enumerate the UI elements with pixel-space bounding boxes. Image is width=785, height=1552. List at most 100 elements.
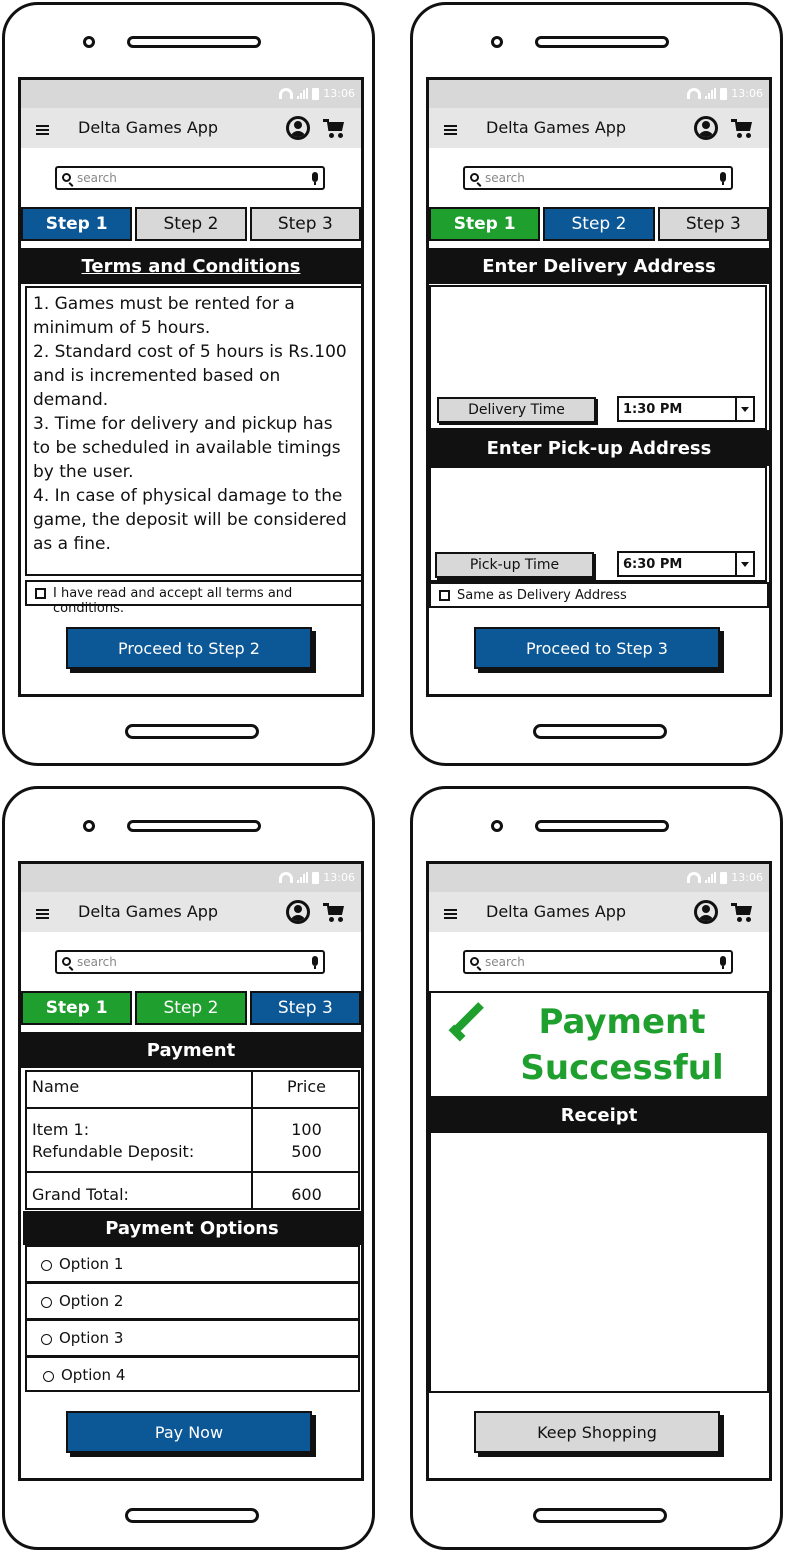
price-table: Name Price Item 1: Refundable Deposit: 1…	[25, 1070, 360, 1210]
menu-icon[interactable]	[444, 909, 457, 919]
home-button[interactable]	[533, 724, 667, 739]
radio-button[interactable]	[41, 1334, 52, 1345]
success-line-1: Payment	[538, 1002, 706, 1042]
app-bar: Delta Games App	[429, 892, 769, 932]
home-button[interactable]	[533, 1508, 667, 1523]
tab-step-3[interactable]: Step 3	[249, 207, 361, 241]
screen-address: 13:06 Delta Games App search Step 1 Step…	[426, 77, 772, 697]
tab-step-1[interactable]: Step 1	[429, 207, 541, 241]
delivery-time-select[interactable]: 1:30 PM	[617, 396, 755, 422]
status-bar: 13:06	[429, 80, 769, 108]
home-button[interactable]	[125, 724, 259, 739]
chevron-down-icon[interactable]	[735, 398, 753, 420]
tab-step-2[interactable]: Step 2	[135, 991, 247, 1025]
menu-icon[interactable]	[36, 125, 49, 135]
microphone-icon[interactable]	[312, 956, 318, 969]
tab-step-1[interactable]: Step 1	[21, 207, 133, 241]
terms-heading: Terms and Conditions	[21, 248, 361, 284]
payment-option-4[interactable]: Option 4	[25, 1356, 360, 1392]
term-item: 2. Standard cost of 5 hours is Rs.100 an…	[33, 342, 347, 410]
app-title: Delta Games App	[78, 902, 219, 921]
search-placeholder: search	[485, 955, 525, 969]
user-icon[interactable]	[286, 900, 310, 924]
cart-icon[interactable]	[731, 119, 753, 139]
keep-shopping-button[interactable]: Keep Shopping	[474, 1411, 720, 1453]
cart-icon[interactable]	[731, 903, 753, 923]
pay-now-button[interactable]: Pay Now	[66, 1411, 312, 1453]
payment-success-text: Payment Successful	[491, 999, 753, 1091]
user-icon[interactable]	[694, 116, 718, 140]
chevron-down-icon[interactable]	[735, 553, 753, 575]
accept-terms-label: I have read and accept all terms and con…	[53, 586, 293, 616]
status-time: 13:06	[731, 87, 763, 100]
search-placeholder: search	[77, 171, 117, 185]
menu-icon[interactable]	[444, 125, 457, 135]
payment-success-banner: Payment Successful	[429, 991, 769, 1098]
cart-icon[interactable]	[323, 119, 345, 139]
radio-button[interactable]	[41, 1260, 52, 1271]
search-input[interactable]: search	[55, 950, 325, 974]
search-input[interactable]: search	[463, 166, 733, 190]
payment-option-2[interactable]: Option 2	[25, 1282, 360, 1320]
table-item-label: Item 1:	[32, 1120, 90, 1139]
proceed-step-3-button[interactable]: Proceed to Step 3	[474, 627, 720, 669]
pickup-time-value: 6:30 PM	[623, 557, 683, 572]
tab-step-3[interactable]: Step 3	[249, 991, 361, 1025]
delivery-time-button[interactable]: Delivery Time	[437, 397, 596, 423]
receipt-area	[429, 1133, 769, 1393]
signal-icon	[297, 872, 309, 883]
tab-step-2[interactable]: Step 2	[135, 207, 247, 241]
app-bar: Delta Games App	[21, 892, 361, 932]
proceed-step-2-button[interactable]: Proceed to Step 2	[66, 627, 312, 669]
status-bar: 13:06	[21, 864, 361, 892]
home-button[interactable]	[125, 1508, 259, 1523]
status-bar: 13:06	[429, 864, 769, 892]
search-placeholder: search	[485, 171, 525, 185]
terms-text-box: 1. Games must be rented for a minimum of…	[25, 286, 361, 576]
checkmark-icon	[447, 1017, 491, 1047]
table-item-price: 100	[291, 1120, 322, 1139]
camera-icon	[83, 820, 95, 832]
radio-button[interactable]	[43, 1371, 54, 1382]
user-icon[interactable]	[286, 116, 310, 140]
battery-icon	[720, 87, 728, 100]
pickup-time-button[interactable]: Pick-up Time	[435, 552, 594, 578]
search-input[interactable]: search	[55, 166, 325, 190]
status-time: 13:06	[731, 871, 763, 884]
delivery-time-value: 1:30 PM	[623, 402, 683, 417]
tab-step-3[interactable]: Step 3	[657, 207, 769, 241]
status-bar: 13:06	[21, 80, 361, 108]
menu-icon[interactable]	[36, 909, 49, 919]
microphone-icon[interactable]	[312, 172, 318, 185]
term-item: 1. Games must be rented for a minimum of…	[33, 294, 295, 338]
wifi-icon	[279, 872, 294, 883]
microphone-icon[interactable]	[720, 956, 726, 969]
payment-option-1[interactable]: Option 1	[25, 1245, 360, 1283]
term-item: 3. Time for delivery and pickup has to b…	[33, 414, 341, 482]
phone-address: 13:06 Delta Games App search Step 1 Step…	[410, 2, 783, 766]
phone-payment: 13:06 Delta Games App search Step 1 Step…	[2, 786, 375, 1550]
speaker-grille	[127, 36, 261, 48]
phone-terms: 13:06 Delta Games App search Step 1 Step…	[2, 2, 375, 766]
user-icon[interactable]	[694, 900, 718, 924]
tab-step-1[interactable]: Step 1	[21, 991, 133, 1025]
screen-terms: 13:06 Delta Games App search Step 1 Step…	[18, 77, 364, 697]
app-bar: Delta Games App	[21, 108, 361, 148]
cart-icon[interactable]	[323, 903, 345, 923]
pickup-time-select[interactable]: 6:30 PM	[617, 551, 755, 577]
microphone-icon[interactable]	[720, 172, 726, 185]
phone-success: 13:06 Delta Games App search Payment Suc…	[410, 786, 783, 1550]
camera-icon	[491, 820, 503, 832]
battery-icon	[312, 87, 320, 100]
battery-icon	[720, 871, 728, 884]
signal-icon	[705, 872, 717, 883]
tab-step-2[interactable]: Step 2	[543, 207, 655, 241]
search-input[interactable]: search	[463, 950, 733, 974]
battery-icon	[312, 871, 320, 884]
payment-option-label: Option 3	[59, 1329, 124, 1347]
radio-button[interactable]	[41, 1297, 52, 1308]
camera-icon	[491, 36, 503, 48]
same-address-checkbox[interactable]	[439, 590, 450, 601]
accept-terms-checkbox[interactable]	[35, 588, 46, 599]
payment-option-3[interactable]: Option 3	[25, 1319, 360, 1357]
